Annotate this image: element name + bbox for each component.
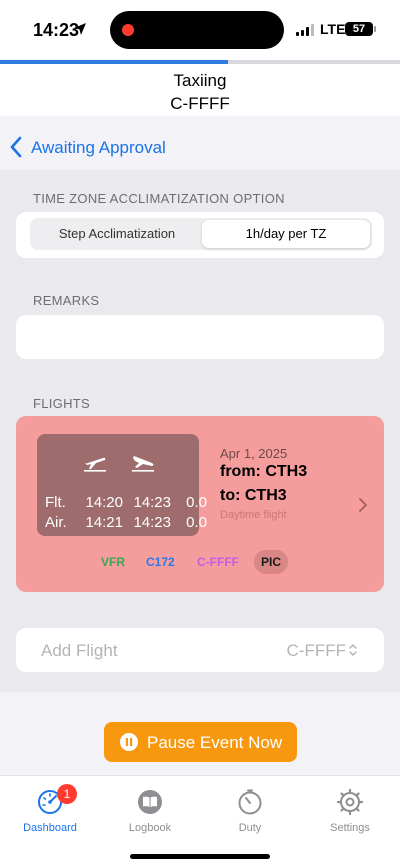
chevron-up-down-icon[interactable] xyxy=(348,643,358,657)
flt-departure-time: 14:20 xyxy=(85,494,123,511)
remarks-input[interactable] xyxy=(16,315,384,359)
dynamic-island xyxy=(110,11,284,49)
tab-dashboard[interactable]: 1 Dashboard xyxy=(0,784,100,834)
flt-duration: 0.0 xyxy=(186,494,207,511)
battery-icon: 57 xyxy=(345,22,373,36)
air-time-row: Air. 14:21 14:23 0.0 xyxy=(45,514,207,531)
air-departure-time: 14:21 xyxy=(85,514,123,531)
tab-duty[interactable]: Duty xyxy=(200,788,300,834)
flight-card[interactable]: Flt. 14:20 14:23 0.0 Air. 14:21 14:23 0.… xyxy=(16,416,384,592)
tab-settings-label: Settings xyxy=(330,822,370,834)
air-duration: 0.0 xyxy=(186,514,207,531)
battery-cap xyxy=(374,26,376,32)
air-arrival-time: 14:23 xyxy=(133,514,171,531)
flight-origin: from: CTH3 xyxy=(220,463,308,480)
network-label: LTE xyxy=(320,21,346,37)
flight-period: Daytime flight xyxy=(220,509,287,521)
segment-step-acclimatization[interactable]: Step Acclimatization xyxy=(32,220,202,248)
location-arrow-icon xyxy=(74,23,86,35)
timezone-section-label: TIME ZONE ACCLIMATIZATION OPTION xyxy=(33,191,285,206)
flight-destination: to: CTH3 xyxy=(220,487,287,504)
registration-tag: C-FFFF xyxy=(197,555,239,569)
back-button[interactable]: Awaiting Approval xyxy=(31,138,166,158)
flight-date: Apr 1, 2025 xyxy=(220,446,288,461)
notification-badge: 1 xyxy=(57,784,77,804)
tab-logbook-label: Logbook xyxy=(128,822,172,834)
flights-section-label: FLIGHTS xyxy=(33,396,90,411)
chevron-right-icon[interactable] xyxy=(358,498,368,512)
cellular-signal-icon xyxy=(296,24,314,36)
tab-duty-label: Duty xyxy=(238,822,262,834)
takeoff-icon xyxy=(84,457,106,472)
book-icon xyxy=(138,790,162,814)
aircraft-picker[interactable]: C-FFFF xyxy=(287,641,346,661)
event-status-title: Taxiing xyxy=(173,71,227,90)
flight-time-row: Flt. 14:20 14:23 0.0 xyxy=(45,494,207,511)
add-flight-input[interactable]: Add Flight xyxy=(41,641,118,661)
pause-circle-icon xyxy=(120,733,138,751)
status-bar: 14:23 LTE 57 xyxy=(0,0,400,60)
air-label: Air. xyxy=(45,514,67,531)
tab-dashboard-label: Dashboard xyxy=(23,822,77,834)
aircraft-type-tag: C172 xyxy=(146,555,175,569)
pause-event-button[interactable]: Pause Event Now xyxy=(104,722,297,762)
event-header: Taxiing C-FFFF xyxy=(0,64,400,116)
chevron-left-icon[interactable] xyxy=(9,136,23,158)
remarks-section-label: REMARKS xyxy=(33,293,100,308)
tab-settings[interactable]: Settings xyxy=(300,788,400,834)
timezone-segmented-control[interactable]: Step Acclimatization 1h/day per TZ xyxy=(30,218,372,250)
add-flight-row[interactable]: Add Flight C-FFFF xyxy=(16,628,384,672)
gear-icon xyxy=(336,788,364,816)
landing-icon xyxy=(132,456,154,472)
home-indicator xyxy=(130,854,270,859)
flight-rules-tag: VFR xyxy=(101,555,125,569)
flt-arrival-time: 14:23 xyxy=(133,494,171,511)
recording-dot-icon xyxy=(122,24,134,36)
event-aircraft-subtitle: C-FFFF xyxy=(170,94,230,113)
back-navigation[interactable]: Awaiting Approval xyxy=(0,124,400,170)
pilot-role-tag: PIC xyxy=(254,550,288,574)
segment-1h-per-day[interactable]: 1h/day per TZ xyxy=(202,220,370,248)
tab-logbook[interactable]: Logbook xyxy=(100,788,200,834)
flight-tags: VFR C172 C-FFFF PIC xyxy=(16,550,384,574)
stopwatch-icon xyxy=(238,789,262,815)
flight-times-box: Flt. 14:20 14:23 0.0 Air. 14:21 14:23 0.… xyxy=(37,434,207,536)
timezone-option-card: Step Acclimatization 1h/day per TZ xyxy=(16,212,384,258)
flt-label: Flt. xyxy=(45,494,66,511)
pause-button-label: Pause Event Now xyxy=(147,733,283,752)
